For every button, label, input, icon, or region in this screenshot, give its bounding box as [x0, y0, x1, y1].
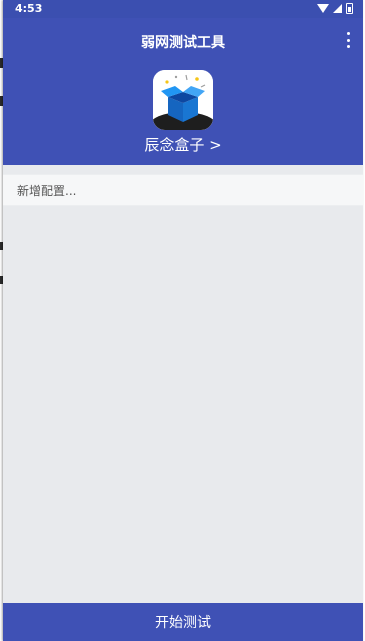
status-bar: 4:53: [3, 0, 363, 18]
status-time: 4:53: [15, 2, 43, 15]
signal-icon: [333, 4, 342, 13]
page-title: 弱网测试工具: [141, 35, 225, 51]
add-config-item[interactable]: 新增配置...: [3, 174, 363, 206]
app-header: 弱网测试工具 辰念盒子 >: [3, 18, 363, 165]
phone-screen: 4:53 弱网测试工具 辰念盒子 > 新增配置... 开始测试: [0, 0, 365, 641]
app-window: 4:53 弱网测试工具 辰念盒子 > 新增配置... 开始测试: [3, 0, 363, 641]
app-name-link[interactable]: 辰念盒子 >: [3, 134, 363, 155]
add-config-label: 新增配置...: [17, 184, 77, 198]
gift-box-icon[interactable]: [153, 70, 213, 130]
status-icons: [317, 3, 353, 14]
start-test-button[interactable]: 开始测试: [3, 603, 363, 641]
more-vert-icon[interactable]: [341, 32, 355, 48]
battery-icon: [346, 3, 353, 14]
main-content: 新增配置...: [3, 165, 363, 603]
wifi-icon: [317, 4, 329, 13]
